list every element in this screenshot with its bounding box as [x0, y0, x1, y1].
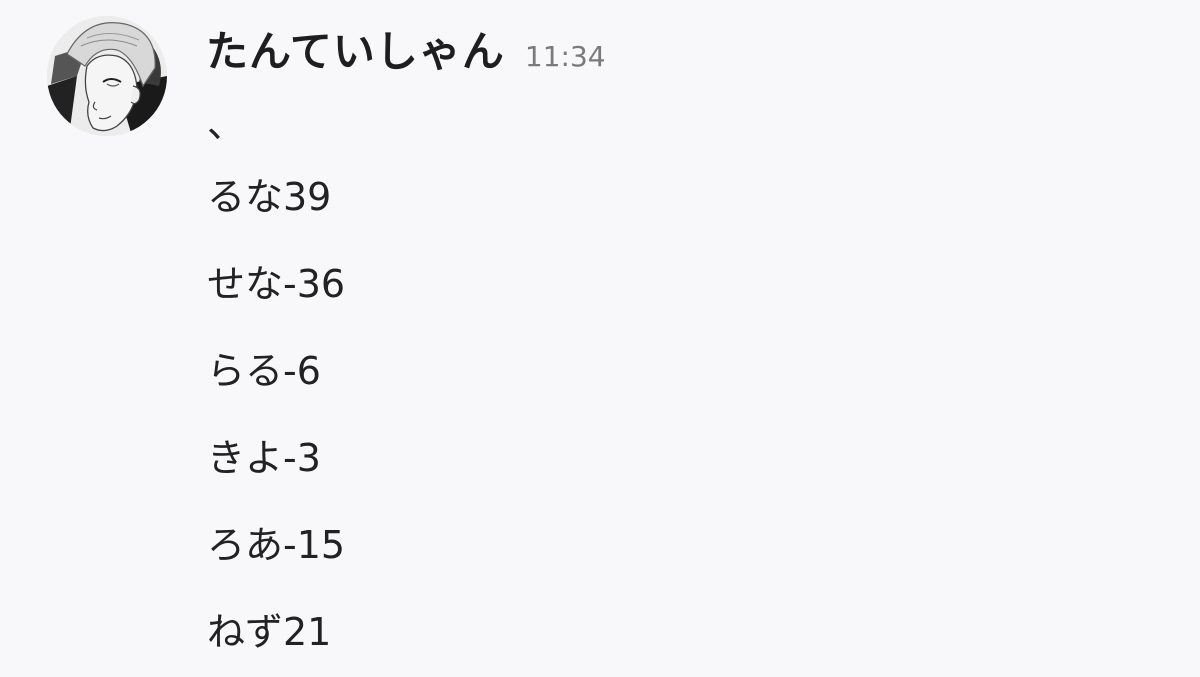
username[interactable]: たんていしゃん: [206, 18, 505, 79]
avatar[interactable]: [47, 16, 167, 136]
message-header: たんていしゃん 11:34: [206, 18, 606, 79]
message-line: 、: [207, 102, 246, 146]
message-line: るな39: [207, 175, 332, 219]
message-line: らる-6: [207, 349, 321, 393]
message-line: せな-36: [207, 262, 346, 306]
timestamp: 11:34: [524, 40, 606, 73]
message-line: ねず21: [207, 610, 332, 654]
message-line: ろあ-15: [207, 523, 346, 567]
message-line: きよ-3: [207, 436, 321, 480]
message-body: 、 るな39 せな-36 らる-6 きよ-3 ろあ-15 ねず21: [207, 94, 345, 676]
avatar-portrait-icon: [47, 16, 167, 136]
chat-message: たんていしゃん 11:34 、 るな39 せな-36 らる-6 きよ-3 ろあ-…: [0, 0, 1200, 677]
